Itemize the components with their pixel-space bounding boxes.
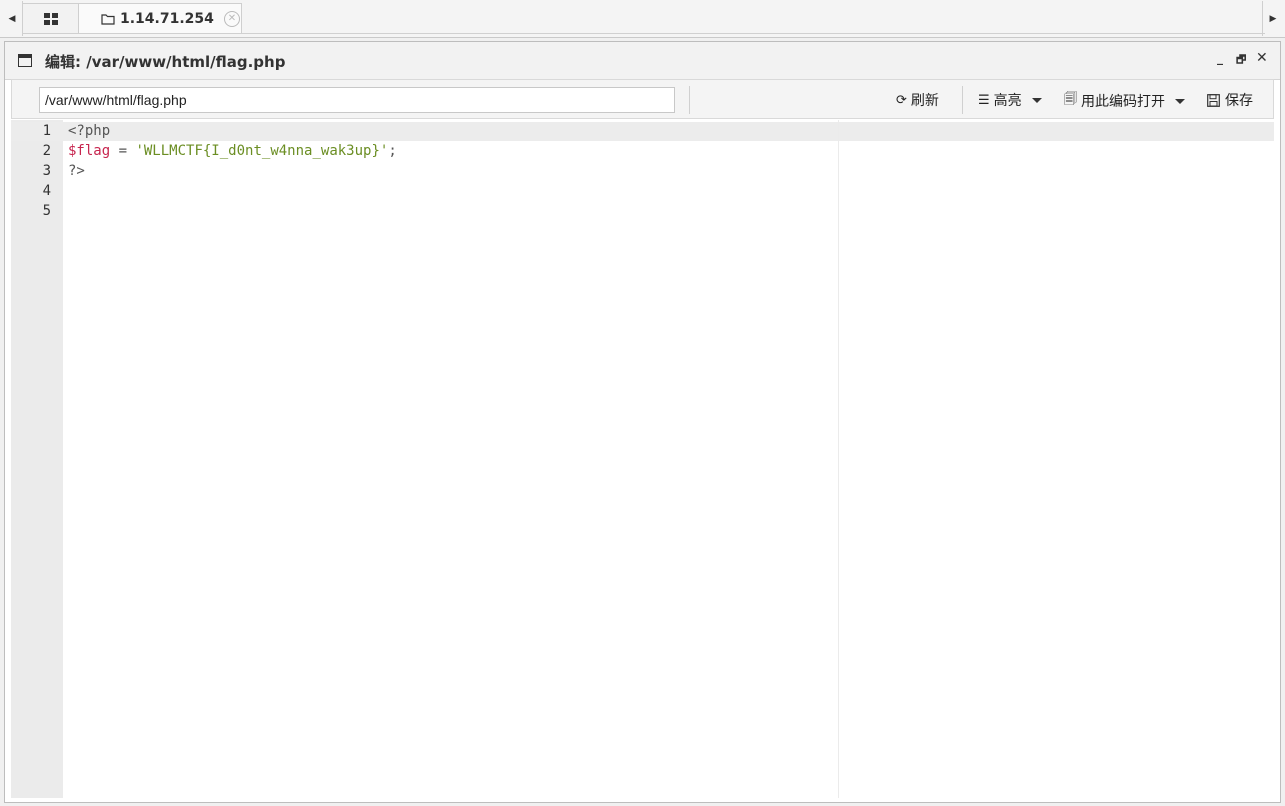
highlight-label: 高亮 xyxy=(993,93,1022,109)
toolbar-divider xyxy=(962,86,963,114)
encoding-label: 用此编码打开 xyxy=(1081,94,1165,110)
window-title: 编辑: /var/www/html/flag.php xyxy=(45,53,286,71)
php-close-tag: ?> xyxy=(68,163,85,179)
php-open-tag: <?php xyxy=(68,123,111,139)
active-line-highlight xyxy=(11,122,1274,141)
code-line: $flag = 'WLLMCTF{I_d0nt_w4nna_wak3up}'; xyxy=(68,141,397,161)
chevron-down-icon xyxy=(1175,98,1185,104)
restore-icon[interactable]: 🗗 xyxy=(1236,51,1246,70)
scroll-right-arrow-icon[interactable]: ▶ xyxy=(1262,1,1283,36)
save-label: 保存 xyxy=(1225,93,1253,109)
refresh-label: 刷新 xyxy=(910,93,939,109)
save-button[interactable]: 保存 xyxy=(1207,90,1253,110)
highlight-dropdown[interactable]: ☰ 高亮 xyxy=(978,90,1042,110)
save-icon xyxy=(1207,93,1220,107)
window-header[interactable]: 编辑: /var/www/html/flag.php _ 🗗 ✕ xyxy=(5,42,1280,80)
line-number: 4 xyxy=(42,183,51,199)
encoding-dropdown[interactable]: 🗐 用此编码打开 xyxy=(1064,90,1185,112)
editor-toolbar: ⟳ 刷新 ☰ 高亮 🗐 用此编码打开 保存 xyxy=(11,79,1274,119)
close-tab-icon[interactable]: ✕ xyxy=(223,10,240,27)
code-line: <?php xyxy=(68,121,110,141)
window-icon xyxy=(18,54,32,67)
line-number: 3 xyxy=(42,163,51,179)
tab-home[interactable] xyxy=(22,3,79,34)
grid-icon xyxy=(43,13,58,25)
line-number: 5 xyxy=(42,203,51,219)
print-margin xyxy=(838,120,839,798)
code-semicolon: ; xyxy=(388,143,397,159)
refresh-button[interactable]: ⟳ 刷新 xyxy=(896,90,939,110)
code-variable: $flag xyxy=(68,143,111,159)
code-string: 'WLLMCTF{I_d0nt_w4nna_wak3up}' xyxy=(135,143,389,159)
editor-window: 编辑: /var/www/html/flag.php _ 🗗 ✕ ⟳ 刷新 ☰ … xyxy=(4,41,1281,803)
line-number: 1 xyxy=(42,123,51,139)
line-number: 2 xyxy=(42,143,51,159)
tab-divider xyxy=(22,33,1265,34)
chevron-down-icon xyxy=(1031,97,1042,103)
tab-bar: ◀ 1.14.71.254 ✕ ▶ xyxy=(0,0,1285,38)
code-line: ?> xyxy=(68,161,85,181)
toolbar-divider xyxy=(689,86,690,114)
refresh-icon: ⟳ xyxy=(896,92,907,108)
file-path-input[interactable] xyxy=(39,87,675,113)
close-window-icon[interactable]: ✕ xyxy=(1256,50,1268,66)
scroll-left-arrow-icon[interactable]: ◀ xyxy=(2,1,23,36)
code-editor[interactable]: 1 2 3 4 5 <?php $flag = 'WLLMCTF{I_d0nt_… xyxy=(11,120,1274,798)
language-icon: 🗐 xyxy=(1064,92,1077,107)
tab-server[interactable]: 1.14.71.254 ✕ xyxy=(78,3,242,33)
list-icon: ☰ xyxy=(978,92,990,108)
line-number-gutter xyxy=(11,120,63,798)
folder-icon xyxy=(101,13,115,25)
minimize-icon[interactable]: _ xyxy=(1217,51,1223,65)
code-operator: = xyxy=(110,143,136,159)
tab-server-label: 1.14.71.254 xyxy=(120,10,214,27)
